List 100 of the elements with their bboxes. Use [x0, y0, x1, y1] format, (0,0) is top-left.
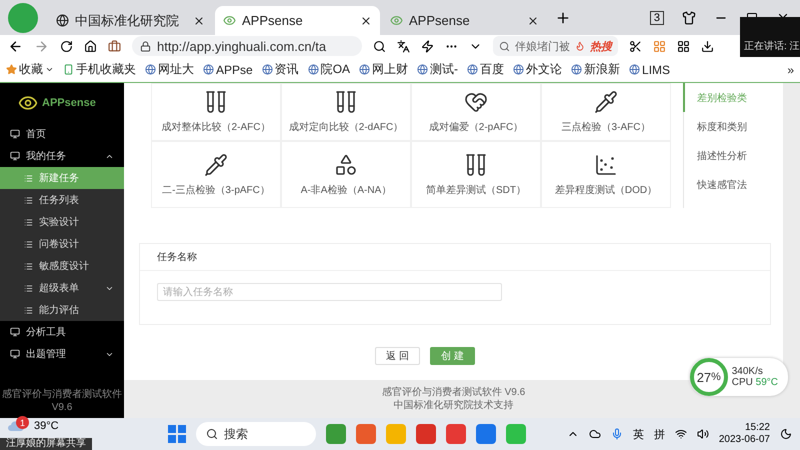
more-bookmarks[interactable]: »	[787, 62, 794, 76]
back-icon[interactable]	[8, 38, 23, 54]
app-icon[interactable]	[326, 424, 346, 444]
category-item[interactable]: 快速感官法	[683, 170, 771, 199]
windows-icon[interactable]	[168, 425, 186, 443]
list-icon	[24, 284, 33, 292]
browser-tab[interactable]: 中国标准化研究院	[48, 6, 213, 35]
clock[interactable]: 15:22 2023-06-07	[718, 422, 770, 446]
close-tab-icon[interactable]	[193, 14, 205, 26]
app-icon[interactable]	[476, 424, 496, 444]
sidebar-item[interactable]: 问卷设计	[0, 233, 124, 255]
list-icon	[24, 196, 33, 204]
search-field[interactable]: 伴娘堵门被 热搜	[493, 36, 618, 56]
sidebar-item[interactable]: 超级表单	[0, 277, 124, 299]
close-tab-icon[interactable]	[360, 14, 372, 26]
sidebar-item[interactable]: 实验设计	[0, 211, 124, 233]
sidebar-item[interactable]: 敏感度设计	[0, 255, 124, 277]
footer-text: 中国标准化研究院技术支持	[394, 399, 514, 412]
app-icon[interactable]	[416, 424, 436, 444]
new-tab-icon[interactable]	[555, 10, 571, 26]
tab-count[interactable]: 3	[650, 10, 664, 24]
lock-icon	[140, 40, 151, 52]
address-field[interactable]: http://app.yinghuali.com.cn/ta	[132, 36, 362, 56]
bookmark[interactable]: 网址大	[145, 61, 194, 78]
zoom-icon[interactable]	[373, 40, 386, 52]
footer-text: 感官评价与消费者测试软件 V9.6	[382, 386, 526, 399]
test-icon	[334, 152, 358, 176]
globe-icon	[56, 14, 69, 27]
app-icon[interactable]	[446, 424, 466, 444]
back-button[interactable]: 返 回	[375, 347, 420, 365]
globe-icon	[359, 64, 370, 75]
test-icon	[204, 90, 228, 114]
taskbar-search[interactable]: 搜索	[196, 422, 316, 446]
forward-icon[interactable]	[34, 38, 49, 54]
flame-icon	[575, 41, 585, 51]
globe-icon	[571, 64, 582, 75]
bookmark[interactable]: APPse	[203, 62, 253, 76]
sidebar-item[interactable]: 任务列表	[0, 189, 124, 211]
ime-indicator[interactable]: 英	[632, 426, 644, 442]
translate-icon[interactable]	[397, 40, 410, 52]
bookmark[interactable]: 资讯	[262, 61, 299, 78]
test-type-card[interactable]: 简单差异测试（SDT）	[411, 141, 541, 208]
list-icon	[24, 174, 33, 182]
globe-icon	[308, 64, 319, 75]
ime-indicator[interactable]: 拼	[654, 426, 665, 442]
scissors-icon[interactable]	[629, 40, 642, 52]
bookmark[interactable]: 百度	[467, 61, 504, 78]
test-type-card[interactable]: 二-三点检验（3-pAFC）	[151, 141, 281, 208]
volume-icon[interactable]	[696, 428, 709, 440]
bookmark[interactable]: 测试-	[417, 61, 458, 78]
home-icon[interactable]	[84, 40, 97, 52]
bookmark[interactable]: 手机收藏夹	[63, 61, 136, 78]
briefcase-icon[interactable]	[108, 40, 121, 52]
test-type-card[interactable]: 三点检验（3-AFC）	[541, 83, 671, 141]
bookmark[interactable]: 外文论	[513, 61, 562, 78]
temperature: 39°C	[34, 420, 59, 432]
globe-icon	[262, 64, 273, 75]
test-icon	[464, 90, 488, 114]
call-overlay: 正在讲话: 汪	[740, 17, 800, 57]
list-icon	[24, 218, 33, 226]
usage-ring: 27%	[690, 358, 728, 396]
apps-icon[interactable]	[677, 40, 690, 52]
lightning-icon[interactable]	[421, 40, 434, 52]
bookmark[interactable]: 院OA	[308, 61, 350, 78]
shirt-icon[interactable]	[682, 10, 696, 24]
eye-icon	[390, 14, 403, 27]
sidebar-footer: 感官评价与消费者测试软件 V9.6	[0, 384, 124, 418]
close-tab-icon[interactable]	[527, 14, 539, 26]
reload-icon[interactable]	[60, 40, 73, 52]
browser-tab[interactable]: APPsense	[215, 6, 380, 35]
test-type-card[interactable]: 成对偏爱（2-pAFC）	[411, 83, 541, 141]
app-icon[interactable]	[356, 424, 376, 444]
screen-share-label: 汪厚娘的屏幕共享	[0, 438, 92, 450]
globe-icon	[467, 64, 478, 75]
globe-icon	[203, 64, 214, 75]
globe-icon	[629, 64, 640, 75]
sidebar-item[interactable]: 能力评估	[0, 299, 124, 321]
test-icon	[594, 152, 618, 176]
search-icon	[499, 40, 510, 52]
mic-icon[interactable]	[610, 428, 623, 440]
bookmark[interactable]: LIMS	[629, 62, 670, 76]
test-icon	[594, 90, 618, 114]
moon-icon[interactable]	[780, 428, 792, 440]
task-name-field[interactable]: 请输入任务名称	[157, 283, 502, 301]
test-type-card[interactable]: 成对整体比较（2-AFC）	[151, 83, 281, 141]
test-type-card[interactable]: A-非A检验（A-NA）	[281, 141, 411, 208]
globe-icon	[417, 64, 428, 75]
test-type-card[interactable]: 成对定向比较（2-dAFC）	[281, 83, 411, 141]
bookmark[interactable]: 新浪新	[571, 61, 620, 78]
globe-icon	[513, 64, 524, 75]
category-item[interactable]: 描述性分析	[683, 141, 771, 170]
download-icon[interactable]	[701, 40, 714, 52]
bookmark[interactable]: 收藏	[6, 61, 54, 78]
test-type-card[interactable]: 差异程度测试（DOD）	[541, 141, 671, 208]
cloud-icon[interactable]	[588, 428, 601, 440]
bookmark[interactable]: 网上财	[359, 61, 408, 78]
browser-tab[interactable]: APPsense	[382, 6, 547, 35]
app-logo: APPsense	[0, 83, 124, 123]
category-item[interactable]: 标度和类别	[683, 112, 771, 141]
test-icon	[334, 90, 358, 114]
